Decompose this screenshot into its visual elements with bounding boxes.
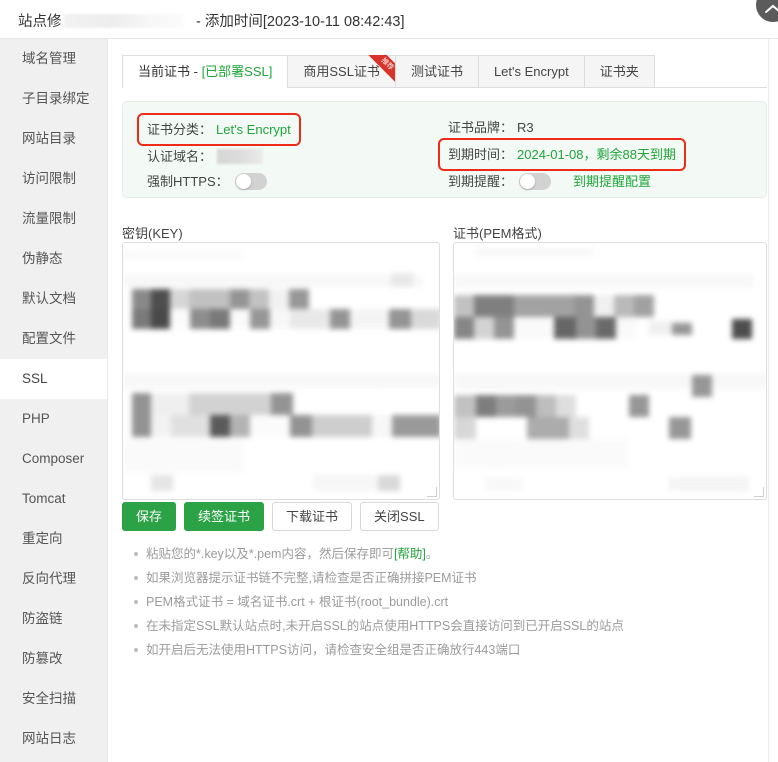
sidebar-item-anti-tamper[interactable]: 防篡改 xyxy=(0,639,107,679)
tab-current-certificate-label: 当前证书 - xyxy=(138,64,202,79)
ssl-tabs: 当前证书 - [已部署SSL] 商用SSL证书 推荐 测试证书 Let's En… xyxy=(122,55,767,88)
help-item-paste: 粘贴您的*.key以及*.pem内容，然后保存即可[帮助]。 xyxy=(134,542,776,566)
help-item-pem-format: PEM格式证书 = 域名证书.crt + 根证书(root_bundle).cr… xyxy=(134,590,776,614)
close-ssl-button[interactable]: 关闭SSL xyxy=(360,502,439,531)
sidebar-item-site-directory[interactable]: 网站目录 xyxy=(0,119,107,159)
sidebar-item-traffic-limit[interactable]: 流量限制 xyxy=(0,199,107,239)
expiry-reminder-label: 到期提醒： xyxy=(448,174,514,189)
tab-lets-encrypt[interactable]: Let's Encrypt xyxy=(477,55,585,87)
help-item-paste-text: 粘贴您的*.key以及*.pem内容，然后保存即可 xyxy=(146,547,394,561)
expiry-reminder-row: 到期提醒： 到期提醒配置 xyxy=(448,169,684,194)
expiry-reminder-toggle[interactable] xyxy=(519,173,552,190)
certificate-expiry-row: 到期时间： 2024-01-08，剩余88天到期 xyxy=(438,138,686,171)
force-https-row: 强制HTTPS： xyxy=(147,169,299,194)
private-key-label: 密钥(KEY) xyxy=(122,226,183,241)
sidebar-item-subdirectory[interactable]: 子目录绑定 xyxy=(0,79,107,119)
tab-current-certificate[interactable]: 当前证书 - [已部署SSL] xyxy=(122,55,289,88)
certificate-info-panel: 证书分类： Let's Encrypt 认证域名： 强制HTTPS： 证书品牌：… xyxy=(122,101,767,198)
certificate-pem-label: 证书(PEM格式) xyxy=(453,226,542,241)
sidebar-item-ssl[interactable]: SSL xyxy=(0,359,107,399)
redacted-domain-value xyxy=(217,149,264,164)
ssl-help-list: 粘贴您的*.key以及*.pem内容，然后保存即可[帮助]。 如果浏览器提示证书… xyxy=(128,542,776,662)
page-title-prefix: 站点修 xyxy=(18,14,62,30)
expiry-reminder-config-link[interactable]: 到期提醒配置 xyxy=(573,169,651,194)
sidebar-item-site-log[interactable]: 网站日志 xyxy=(0,719,107,759)
help-item-paste-suffix: 。 xyxy=(425,547,439,561)
close-glyph xyxy=(765,4,778,13)
settings-sidebar: 域名管理 子目录绑定 网站目录 访问限制 流量限制 伪静态 默认文档 配置文件 … xyxy=(0,39,108,762)
tab-commercial-ssl-label: 商用SSL证书 xyxy=(303,64,380,79)
certificate-brand-label: 证书品牌： xyxy=(448,120,514,135)
sidebar-item-redirect[interactable]: 重定向 xyxy=(0,519,107,559)
sidebar-item-anti-leech[interactable]: 防盗链 xyxy=(0,599,107,639)
page-title-suffix: - 添加时间[2023-10-11 08:42:43] xyxy=(196,14,405,30)
save-button[interactable]: 保存 xyxy=(122,502,177,531)
redacted-site-name xyxy=(63,14,184,28)
private-key-input[interactable] xyxy=(122,242,440,500)
certificate-expiry-label: 到期时间： xyxy=(448,147,514,162)
certificate-category-value: Let's Encrypt xyxy=(216,122,291,137)
sidebar-item-php[interactable]: PHP xyxy=(0,399,107,439)
close-icon[interactable] xyxy=(756,0,778,22)
tab-test-certificate[interactable]: 测试证书 xyxy=(394,55,479,87)
sidebar-item-security-scan[interactable]: 安全扫描 xyxy=(0,679,107,719)
page-title: 站点修 xyxy=(18,10,186,31)
help-item-port-443: 如开启后无法使用HTTPS访问，请检查安全组是否正确放行443端口 xyxy=(134,638,776,662)
certificate-category-label: 证书分类： xyxy=(147,122,213,137)
force-https-label: 强制HTTPS： xyxy=(147,174,229,189)
renew-certificate-button[interactable]: 续签证书 xyxy=(184,502,265,531)
sidebar-item-domain[interactable]: 域名管理 xyxy=(0,39,107,79)
sidebar-item-config-file[interactable]: 配置文件 xyxy=(0,319,107,359)
window-titlebar: 站点修 - 添加时间[2023-10-11 08:42:43] xyxy=(0,0,778,39)
redacted-private-key-content xyxy=(123,243,439,499)
content-scrollbar[interactable] xyxy=(768,39,778,762)
help-item-chain: 如果浏览器提示证书链不完整,请检查是否正确拼接PEM证书 xyxy=(134,566,776,590)
sidebar-item-tomcat[interactable]: Tomcat xyxy=(0,479,107,519)
help-item-default-site: 在未指定SSL默认站点时,未开启SSL的站点使用HTTPS会直接访问到已开启SS… xyxy=(134,614,776,638)
redacted-certificate-content xyxy=(454,243,766,499)
sidebar-item-rewrite[interactable]: 伪静态 xyxy=(0,239,107,279)
sidebar-item-composer[interactable]: Composer xyxy=(0,439,107,479)
sidebar-item-reverse-proxy[interactable]: 反向代理 xyxy=(0,559,107,599)
ssl-action-buttons: 保存 续签证书 下载证书 关闭SSL xyxy=(122,502,439,531)
ssl-panel: 当前证书 - [已部署SSL] 商用SSL证书 推荐 测试证书 Let's En… xyxy=(108,39,778,762)
certificate-expiry-value: 2024-01-08，剩余88天到期 xyxy=(517,147,676,162)
certificate-pem-resize-handle[interactable] xyxy=(754,487,764,497)
sidebar-item-default-document[interactable]: 默认文档 xyxy=(0,279,107,319)
tab-commercial-ssl[interactable]: 商用SSL证书 推荐 xyxy=(287,55,396,87)
tab-current-certificate-status: [已部署SSL] xyxy=(201,64,273,79)
certificate-domain-row: 认证域名： xyxy=(147,144,299,169)
tab-certificate-folder[interactable]: 证书夹 xyxy=(583,55,655,87)
certificate-pem-input[interactable] xyxy=(453,242,767,500)
download-certificate-button[interactable]: 下载证书 xyxy=(272,502,353,531)
certificate-brand-row: 证书品牌： R3 xyxy=(448,115,684,140)
certificate-category-row: 证书分类： Let's Encrypt xyxy=(137,113,301,146)
help-link[interactable]: [帮助] xyxy=(394,547,426,561)
private-key-resize-handle[interactable] xyxy=(427,487,437,497)
certificate-domain-label: 认证域名： xyxy=(147,149,213,164)
certificate-brand-value: R3 xyxy=(517,120,534,135)
force-https-toggle-knob xyxy=(235,174,251,189)
sidebar-item-access-limit[interactable]: 访问限制 xyxy=(0,159,107,199)
certificate-info-right-column: 证书品牌： R3 到期时间： 2024-01-08，剩余88天到期 到期提醒： … xyxy=(438,115,686,194)
force-https-toggle[interactable] xyxy=(234,173,267,190)
certificate-info-left-column: 证书分类： Let's Encrypt 认证域名： 强制HTTPS： xyxy=(137,113,301,194)
expiry-reminder-toggle-knob xyxy=(520,174,536,189)
